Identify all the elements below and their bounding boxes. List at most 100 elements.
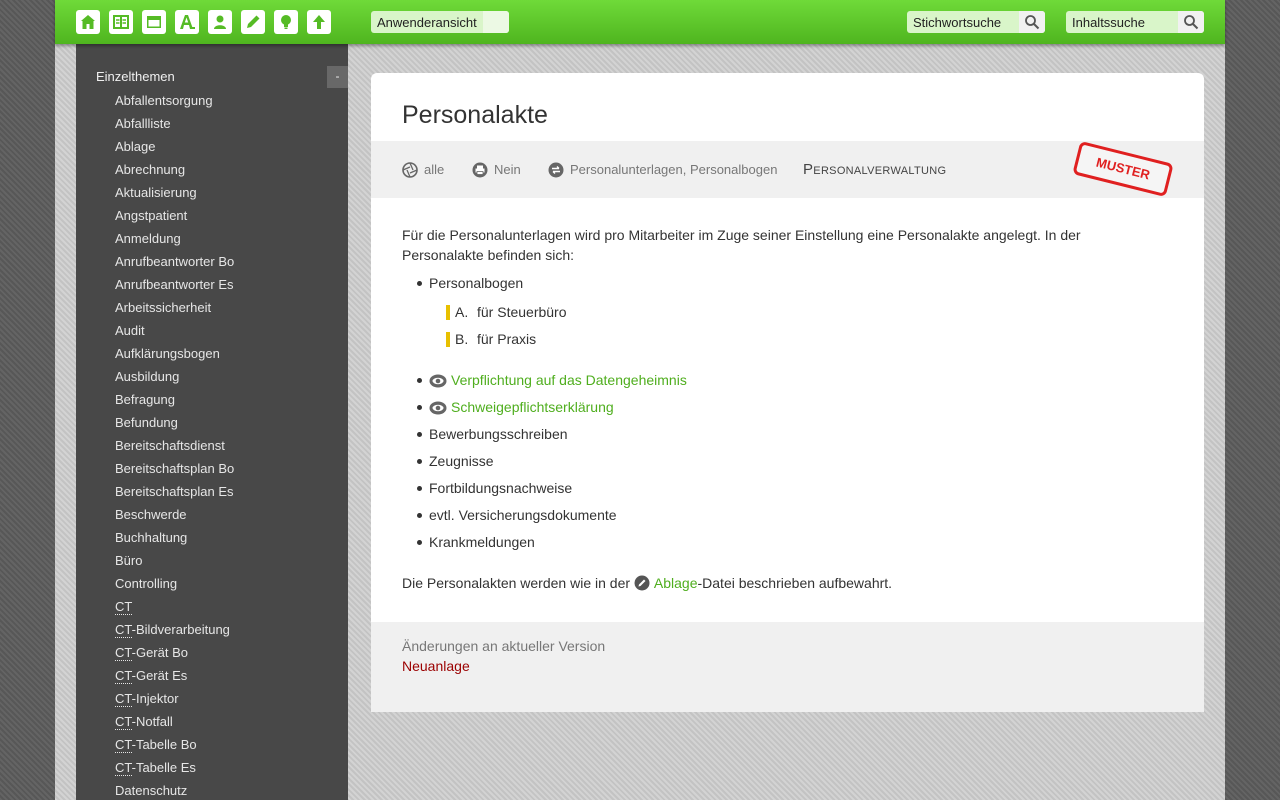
sidebar-item[interactable]: CT-Bildverarbeitung: [115, 621, 234, 644]
page-frame: Einzelthemen - Abfallentsorgung Abfalllis…: [55, 0, 1225, 800]
sidebar-item[interactable]: Abrechnung: [115, 161, 234, 184]
top-toolbar: [55, 0, 1225, 44]
meta-print: Nein: [472, 141, 521, 198]
sidebar-item[interactable]: Befragung: [115, 391, 234, 414]
sidebar-item[interactable]: Ablage: [115, 138, 234, 161]
sidebar-item-label: Arbeitssicherheit: [115, 300, 212, 315]
view-select-toggle[interactable]: [483, 11, 509, 33]
search-icon: [1025, 15, 1040, 30]
sidebar-item-label: Befundung: [115, 415, 178, 430]
sidebar-item-label: -Gerät Bo: [131, 645, 188, 660]
sidebar-item-label: Büro: [115, 553, 143, 568]
aperture-icon: [402, 161, 418, 178]
keyword-search-button[interactable]: [1019, 11, 1045, 33]
sidebar-item-label: -Tabelle Es: [131, 760, 196, 775]
abbreviation: CT: [115, 599, 133, 615]
home-icon[interactable]: [76, 10, 100, 34]
content-search-input[interactable]: [1066, 11, 1178, 33]
view-select-value[interactable]: [371, 11, 483, 33]
sidebar-item[interactable]: CT-Gerät Es: [115, 667, 234, 690]
upload-icon[interactable]: [307, 10, 331, 34]
book-icon[interactable]: [109, 10, 133, 34]
abbreviation: CT: [115, 760, 132, 776]
sidebar-item[interactable]: CT-Tabelle Bo: [115, 736, 234, 759]
sidebar-item[interactable]: CT-Injektor: [115, 690, 234, 713]
lightbulb-icon[interactable]: [274, 10, 298, 34]
abbreviation: CT: [115, 645, 132, 661]
sidebar-item-label: Bereitschaftsplan Es: [115, 484, 234, 499]
sidebar-item[interactable]: Anrufbeantworter Es: [115, 276, 234, 299]
meta-related: Personalunterlagen, Personalbogen: [548, 141, 777, 198]
sidebar-item[interactable]: Bereitschaftsplan Es: [115, 483, 234, 506]
sidebar-item-label: Anmeldung: [115, 231, 181, 246]
sidebar-item-label: Buchhaltung: [115, 530, 188, 545]
sidebar-item-label: Befragung: [115, 392, 175, 407]
sidebar-item-label: Anrufbeantworter Es: [115, 277, 234, 292]
main-content: Personalakte alle Nein Personalunterlage…: [371, 73, 1204, 712]
sidebar-item[interactable]: Abfallliste: [115, 115, 234, 138]
font-icon[interactable]: [175, 10, 199, 34]
sidebar-list: Abfallentsorgung Abfallliste Ablage Abrechn…: [115, 92, 234, 800]
sidebar-item-label: Aufklärungsbogen: [115, 346, 220, 361]
abbreviation: CT: [115, 622, 132, 638]
sub-item-b: B. für Praxis: [446, 329, 536, 349]
footer-label: Änderungen an aktueller Version: [402, 638, 606, 654]
sidebar-heading[interactable]: Einzelthemen: [96, 69, 175, 84]
content-search-button[interactable]: [1178, 11, 1204, 33]
page-title: Personalakte: [402, 101, 548, 129]
sidebar-item-label: -Notfall: [131, 714, 173, 729]
abbreviation: CT: [115, 714, 132, 730]
eye-icon: [429, 401, 447, 415]
sidebar-collapse-button[interactable]: -: [327, 66, 348, 88]
meta-department: Personalverwaltung: [803, 161, 947, 178]
sidebar-item-label: Ablage: [115, 139, 156, 154]
sidebar-item[interactable]: Büro: [115, 552, 234, 575]
sub-item-a: A. für Steuerbüro: [446, 302, 567, 322]
sidebar-item-label: -Bildverarbeitung: [131, 622, 230, 637]
sidebar-item[interactable]: Aktualisierung: [115, 184, 234, 207]
meta-bar: alle Nein Personalunterlagen, Personalbo…: [371, 140, 1204, 198]
sidebar-item[interactable]: Datenschutz: [115, 782, 234, 800]
marker-bar: [446, 331, 450, 347]
pencil-icon[interactable]: [241, 10, 265, 34]
sidebar: Einzelthemen - Abfallentsorgung Abfalllis…: [76, 44, 348, 800]
marker-bar: [446, 304, 450, 320]
sidebar-item-label: Abrechnung: [115, 162, 186, 177]
link-schweigepflicht[interactable]: Schweigepflichtserklärung: [451, 399, 614, 415]
sidebar-item[interactable]: CT: [115, 598, 234, 621]
sidebar-item-label: Controlling: [115, 576, 178, 591]
sidebar-item[interactable]: CT-Tabelle Es: [115, 759, 234, 782]
list-item: Bewerbungsschreiben: [400, 424, 687, 451]
sidebar-item[interactable]: CT-Gerät Bo: [115, 644, 234, 667]
sidebar-item[interactable]: Bereitschaftsplan Bo: [115, 460, 234, 483]
sidebar-item[interactable]: Buchhaltung: [115, 529, 234, 552]
meta-audience: alle: [402, 141, 444, 198]
sub-item-letter: B.: [455, 331, 469, 347]
link-datengeheimnis[interactable]: Verpflichtung auf das Datengeheimnis: [451, 372, 687, 388]
list-item: Personalbogen: [400, 273, 523, 300]
sidebar-item[interactable]: Bereitschaftsdienst: [115, 437, 234, 460]
content-search-box: [1066, 11, 1204, 33]
sidebar-item[interactable]: Controlling: [115, 575, 234, 598]
sidebar-item[interactable]: Anmeldung: [115, 230, 234, 253]
view-select[interactable]: [371, 11, 509, 33]
sidebar-item[interactable]: Aufklärungsbogen: [115, 345, 234, 368]
link-ablage[interactable]: Ablage: [654, 575, 698, 591]
meta-audience-label: alle: [424, 162, 445, 177]
sidebar-item-label: Abfallentsorgung: [115, 93, 213, 108]
folder-icon[interactable]: [142, 10, 166, 34]
sidebar-item-label: Abfallliste: [115, 116, 171, 131]
keyword-search-input[interactable]: [907, 11, 1019, 33]
sidebar-item[interactable]: Ausbildung: [115, 368, 234, 391]
muster-stamp: MUSTER: [1072, 140, 1174, 198]
sidebar-item[interactable]: Beschwerde: [115, 506, 234, 529]
sidebar-item[interactable]: Angstpatient: [115, 207, 234, 230]
sidebar-item[interactable]: Abfallentsorgung: [115, 92, 234, 115]
sidebar-item[interactable]: Audit: [115, 322, 234, 345]
user-icon[interactable]: [208, 10, 232, 34]
sidebar-item[interactable]: Anrufbeantworter Bo: [115, 253, 234, 276]
sidebar-item-label: Angstpatient: [115, 208, 188, 223]
sidebar-item[interactable]: Befundung: [115, 414, 234, 437]
sidebar-item[interactable]: Arbeitssicherheit: [115, 299, 234, 322]
sidebar-item[interactable]: CT-Notfall: [115, 713, 234, 736]
